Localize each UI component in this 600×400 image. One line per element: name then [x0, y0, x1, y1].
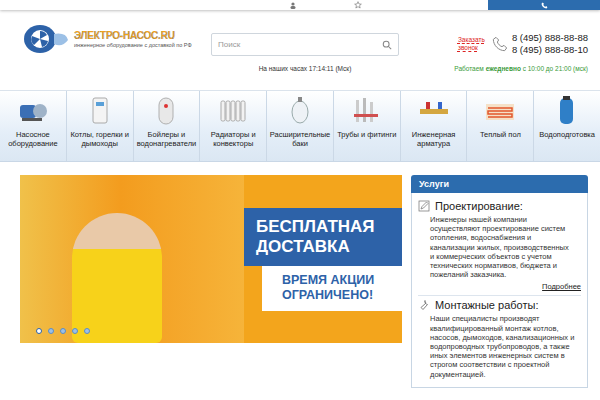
banner-subtitle: ВРЕМЯ АКЦИИ ОГРАНИЧЕНО!	[262, 266, 402, 311]
category-item[interactable]: Теплый пол	[467, 91, 534, 161]
services-title: Услуги	[411, 175, 588, 193]
phone-number[interactable]: 8 (495) 888-88-88	[512, 32, 588, 44]
tank-icon	[283, 96, 317, 126]
services-panel: Услуги Проектирование:Инженеры нашей комп…	[411, 175, 588, 388]
header: ЭЛЕКТРО-НАСОС.RUинженерное оборудование …	[0, 10, 600, 90]
more-link[interactable]: Подробнее	[542, 282, 581, 291]
category-nav: Насосное оборудованиеКотлы, горелки и ды…	[0, 90, 600, 162]
pipes-icon	[350, 96, 384, 126]
carousel-dot[interactable]	[48, 328, 54, 334]
phone-icon	[492, 36, 508, 52]
heater-icon	[149, 96, 183, 126]
radiator-icon	[216, 96, 250, 126]
category-item[interactable]: Котлы, горелки и дымоходы	[67, 91, 134, 161]
carousel-dot[interactable]	[60, 328, 66, 334]
pencil-icon	[418, 200, 430, 212]
service-item: Проектирование:Инженеры нашей компании о…	[418, 197, 581, 296]
banner-photo	[20, 175, 244, 343]
category-item[interactable]: Насосное оборудование	[0, 91, 67, 161]
pump-logo-icon	[22, 22, 70, 56]
phone-icon	[541, 2, 548, 9]
promo-banner[interactable]: БЕСПЛАТНАЯ ДОСТАВКАВРЕМЯ АКЦИИ ОГРАНИЧЕН…	[20, 175, 402, 343]
callback-button[interactable]	[488, 0, 600, 10]
service-text: Наши специалисты производят квалифициров…	[418, 311, 581, 378]
phone-number[interactable]: 8 (495) 888-88-10	[512, 44, 588, 56]
search-icon[interactable]	[382, 40, 392, 50]
category-item[interactable]: Радиаторы и конвекторы	[200, 91, 267, 161]
clock: На наших часах 17:14:11 (Мск)	[259, 65, 352, 72]
category-item[interactable]: Водоподготовка	[534, 91, 600, 161]
category-item[interactable]: Трубы и фитинги	[334, 91, 401, 161]
carousel-dot[interactable]	[72, 328, 78, 334]
search-field[interactable]: Поиск	[211, 33, 399, 56]
carousel-dots	[36, 328, 90, 334]
logo-tagline: инженерное оборудование с доставкой по Р…	[74, 42, 192, 48]
service-item: Монтажные работы:Наши специалисты произв…	[418, 296, 581, 382]
valves-icon	[417, 96, 451, 126]
banner-title: БЕСПЛАТНАЯ ДОСТАВКА	[244, 208, 402, 266]
logo[interactable]: ЭЛЕКТРО-НАСОС.RUинженерное оборудование …	[22, 22, 200, 56]
callback-link[interactable]: Заказать звонок	[458, 36, 488, 52]
carousel-dot[interactable]	[36, 328, 42, 334]
wrench-icon	[418, 299, 430, 311]
boiler-icon	[83, 96, 117, 126]
category-item[interactable]: Расширительные баки	[267, 91, 334, 161]
top-bar	[0, 0, 600, 10]
category-item[interactable]: Инженерная арматура	[401, 91, 468, 161]
user-icon[interactable]	[290, 2, 296, 9]
logo-name: ЭЛЕКТРО-НАСОС.RU	[74, 30, 192, 41]
service-text: Инженеры нашей компании осуществляют про…	[418, 212, 581, 279]
category-item[interactable]: Бойлеры и водонагреватели	[134, 91, 201, 161]
service-title: Монтажные работы:	[435, 299, 538, 311]
carousel-dot[interactable]	[84, 328, 90, 334]
pump-icon	[16, 96, 50, 126]
star-icon[interactable]	[354, 1, 362, 9]
working-hours: Работаем ежедневно с 10:00 до 21:00 (мск…	[454, 65, 588, 72]
floor-icon	[483, 96, 517, 126]
water-icon	[550, 96, 584, 126]
service-title: Проектирование:	[435, 200, 523, 212]
